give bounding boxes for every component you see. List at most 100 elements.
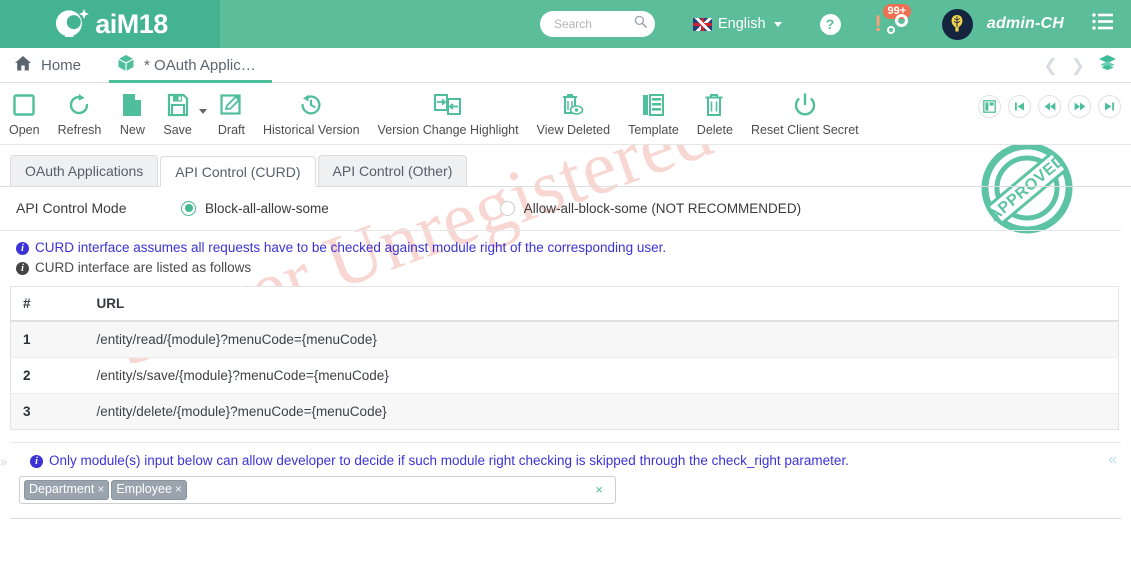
module-tags-input[interactable]: Department × Employee × × bbox=[19, 476, 616, 504]
help-icon[interactable]: ? bbox=[819, 13, 841, 35]
user-name[interactable]: admin-CH bbox=[987, 15, 1064, 33]
api-control-mode-label: API Control Mode bbox=[16, 200, 127, 216]
tag-chip-employee[interactable]: Employee × bbox=[111, 480, 187, 500]
close-icon[interactable]: × bbox=[175, 482, 182, 497]
record-toolbar: Open Refresh New Save Draft Historical V… bbox=[0, 83, 1131, 145]
version-change-highlight-button-label: Version Change Highlight bbox=[377, 123, 519, 137]
info-icon: i bbox=[16, 242, 29, 255]
previous-record-icon[interactable] bbox=[1038, 95, 1061, 118]
draft-button[interactable]: Draft bbox=[209, 89, 254, 137]
uk-flag-icon bbox=[692, 17, 712, 31]
row-url: /entity/read/{module}?menuCode={menuCode… bbox=[84, 320, 1119, 358]
language-label: English bbox=[717, 16, 766, 32]
language-selector[interactable]: English bbox=[692, 16, 782, 32]
template-button[interactable]: Template bbox=[619, 89, 688, 137]
view-deleted-icon bbox=[560, 89, 586, 121]
row-url: /entity/delete/{module}?menuCode={menuCo… bbox=[84, 393, 1119, 430]
refresh-button-label: Refresh bbox=[57, 123, 102, 137]
application-window: Server Unregistered aiM18 Search English… bbox=[0, 0, 1131, 576]
table-row[interactable]: 2 /entity/s/save/{module}?menuCode={menu… bbox=[10, 357, 1119, 394]
module-skip-note: » i Only module(s) input below can allow… bbox=[0, 442, 1121, 469]
page-content: OAuth Applications API Control (CURD) AP… bbox=[0, 155, 1131, 519]
delete-button-label: Delete bbox=[696, 123, 733, 137]
delete-button[interactable]: Delete bbox=[688, 89, 742, 137]
panel-layout-icon[interactable] bbox=[978, 95, 1001, 118]
subtab-api-control-other[interactable]: API Control (Other) bbox=[317, 155, 468, 186]
chevron-double-right-icon[interactable]: » bbox=[0, 454, 7, 469]
radio-block-all-allow-some[interactable]: Block-all-allow-some bbox=[181, 200, 329, 216]
hamburger-menu-icon[interactable] bbox=[1092, 13, 1114, 35]
brand-logo[interactable]: aiM18 bbox=[0, 0, 220, 48]
row-index: 1 bbox=[10, 320, 85, 358]
version-change-highlight-button[interactable]: Version Change Highlight bbox=[369, 89, 528, 137]
table-row[interactable]: 3 /entity/delete/{module}?menuCode={menu… bbox=[10, 393, 1119, 430]
curd-url-table: # URL 1 /entity/read/{module}?menuCode={… bbox=[10, 286, 1119, 430]
chevron-down-icon bbox=[773, 21, 782, 27]
api-control-mode-row: API Control Mode Block-all-allow-some Al… bbox=[0, 187, 1121, 231]
row-url: /entity/s/save/{module}?menuCode={menuCo… bbox=[84, 357, 1119, 394]
save-floppy-icon bbox=[166, 89, 190, 121]
power-icon bbox=[792, 89, 818, 121]
avatar[interactable] bbox=[941, 8, 973, 40]
save-dropdown-caret-icon[interactable] bbox=[198, 109, 207, 114]
api-control-subtabs: OAuth Applications API Control (CURD) AP… bbox=[0, 155, 1131, 187]
new-document-icon bbox=[120, 89, 144, 121]
historical-version-button[interactable]: Historical Version bbox=[254, 89, 369, 137]
table-header-row: # URL bbox=[10, 286, 1119, 322]
version-compare-icon bbox=[433, 89, 463, 121]
info-icon: i bbox=[16, 262, 29, 275]
open-button[interactable]: Open bbox=[0, 89, 49, 137]
brand-name: aiM18 bbox=[95, 8, 168, 39]
row-index: 3 bbox=[10, 393, 85, 430]
historical-version-button-label: Historical Version bbox=[262, 123, 360, 137]
notifications-group[interactable]: ! 99+ bbox=[874, 4, 912, 36]
refresh-icon bbox=[66, 89, 92, 121]
alert-exclamation-icon: ! bbox=[874, 11, 882, 36]
table-row[interactable]: 1 /entity/read/{module}?menuCode={menuCo… bbox=[10, 320, 1119, 358]
refresh-button[interactable]: Refresh bbox=[49, 89, 111, 137]
draft-button-label: Draft bbox=[217, 123, 245, 137]
subtab-api-control-curd[interactable]: API Control (CURD) bbox=[160, 156, 316, 187]
gear-icon[interactable] bbox=[886, 14, 908, 34]
tab-home[interactable]: Home bbox=[0, 48, 103, 82]
layers-icon[interactable] bbox=[1098, 54, 1117, 76]
view-deleted-button[interactable]: View Deleted bbox=[528, 89, 619, 137]
next-record-icon[interactable] bbox=[1068, 95, 1091, 118]
save-button[interactable]: Save bbox=[154, 89, 201, 137]
record-navigation-buttons bbox=[978, 89, 1131, 118]
radio-block-all-allow-some-indicator[interactable] bbox=[181, 200, 196, 216]
user-avatar-icon bbox=[951, 15, 963, 32]
tabstrip-controls: ❮ ❯ bbox=[1044, 48, 1131, 82]
search-icon[interactable] bbox=[634, 15, 647, 33]
tab-oauth-application[interactable]: * OAuth Applic… bbox=[103, 48, 278, 83]
info-icon: i bbox=[30, 455, 43, 468]
last-record-icon[interactable] bbox=[1098, 95, 1121, 118]
reset-client-secret-button[interactable]: Reset Client Secret bbox=[742, 89, 868, 137]
box-icon bbox=[117, 54, 135, 76]
radio-allow-all-block-some-indicator[interactable] bbox=[499, 200, 515, 216]
tag-chip-department[interactable]: Department × bbox=[24, 480, 110, 500]
subtab-oauth-applications[interactable]: OAuth Applications bbox=[10, 155, 159, 186]
note-curd-checked: i CURD interface assumes all requests ha… bbox=[0, 231, 1131, 255]
template-grid-icon bbox=[640, 89, 666, 121]
global-search[interactable] bbox=[539, 11, 655, 37]
tag-chip-department-label: Department bbox=[29, 482, 95, 496]
history-clock-icon bbox=[298, 89, 324, 121]
open-square-icon bbox=[11, 89, 37, 121]
column-header-index: # bbox=[10, 286, 85, 322]
radio-allow-all-block-some[interactable]: Allow-all-block-some (NOT RECOMMENDED) bbox=[499, 200, 801, 216]
draft-pencil-icon bbox=[218, 89, 244, 121]
search-input[interactable] bbox=[551, 16, 634, 32]
close-icon[interactable]: × bbox=[97, 482, 104, 497]
new-button[interactable]: New bbox=[110, 89, 154, 137]
reset-client-secret-button-label: Reset Client Secret bbox=[750, 123, 859, 137]
chevron-left-icon[interactable]: ❮ bbox=[1044, 57, 1058, 74]
chevron-right-icon[interactable]: ❯ bbox=[1071, 57, 1085, 74]
first-record-icon[interactable] bbox=[1008, 95, 1031, 118]
column-header-url: URL bbox=[84, 286, 1119, 322]
template-button-label: Template bbox=[628, 123, 679, 137]
chevron-double-left-icon[interactable]: « bbox=[1108, 451, 1117, 469]
clear-all-icon[interactable]: × bbox=[595, 482, 603, 497]
top-header-bar: aiM18 English ? ! 99+ bbox=[0, 0, 1131, 48]
bottom-divider bbox=[10, 518, 1121, 519]
